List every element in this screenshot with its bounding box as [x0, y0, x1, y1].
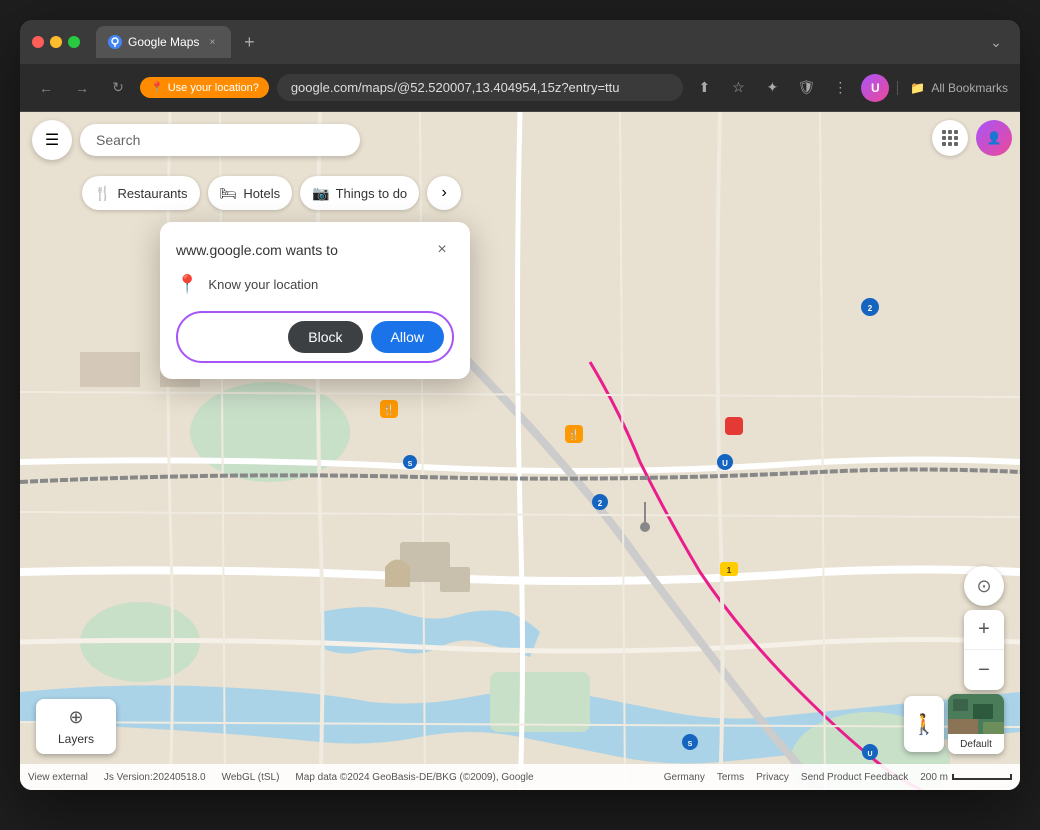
location-center-icon: ⊙	[976, 576, 991, 597]
scale-label: 200 m	[920, 772, 948, 783]
traffic-lights	[32, 36, 80, 48]
forward-btn[interactable]: →	[68, 74, 96, 102]
close-traffic-light[interactable]	[32, 36, 44, 48]
scale-line	[952, 774, 1012, 780]
location-prompt-btn[interactable]: 📍 Use your location?	[140, 77, 269, 98]
status-bar: View external Js Version:20240518.0 WebG…	[20, 764, 1020, 790]
active-tab[interactable]: Google Maps ×	[96, 26, 231, 58]
svg-text:2: 2	[598, 499, 603, 508]
bookmarks-folder-icon: 📁	[910, 81, 925, 95]
svg-text:🍴: 🍴	[568, 428, 580, 441]
bookmark-icon[interactable]: ☆	[725, 75, 751, 101]
tab-bar: Google Maps × +	[96, 26, 976, 58]
camera-icon: 📷	[312, 185, 329, 202]
url-bar[interactable]: google.com/maps/@52.520007,13.404954,15z…	[277, 74, 684, 101]
map-bottom-controls: 🚶 Default	[904, 694, 1004, 754]
address-bar: ← → ↻ 📍 Use your location? google.com/ma…	[20, 64, 1020, 112]
location-prompt-label: Use your location?	[168, 82, 259, 94]
tab-close-btn[interactable]: ×	[205, 35, 219, 49]
location-icon: 📍	[150, 81, 164, 94]
category-pills: 🍴 Restaurants 🛏 Hotels 📷 Things to do ›	[70, 168, 1020, 218]
dialog-buttons: Block Allow	[176, 311, 454, 363]
restaurants-pill[interactable]: 🍴 Restaurants	[82, 176, 200, 210]
dialog-permission-text: Know your location	[208, 277, 318, 292]
maps-menu-btn[interactable]: ☰	[32, 120, 72, 160]
pills-arrow-btn[interactable]: ›	[427, 176, 461, 210]
map-controls: ⊙ + −	[964, 566, 1004, 690]
dialog-header: www.google.com wants to ×	[176, 238, 454, 262]
webgl-label: WebGL (tSL)	[222, 772, 280, 783]
satellite-toggle[interactable]: Default	[948, 694, 1004, 754]
hamburger-icon: ☰	[45, 130, 59, 150]
user-avatar-map[interactable]: 👤	[976, 120, 1012, 156]
map-container[interactable]: 🍴 🍴 U S S U 2 2	[20, 112, 1020, 790]
germany-label[interactable]: Germany	[664, 772, 705, 783]
refresh-btn[interactable]: ↻	[104, 74, 132, 102]
hotels-label: Hotels	[243, 186, 280, 201]
profile-avatar[interactable]: U	[861, 74, 889, 102]
layers-icon: ⊕	[68, 707, 83, 728]
svg-text:U: U	[867, 751, 872, 758]
minimize-traffic-light[interactable]	[50, 36, 62, 48]
dialog-close-btn[interactable]: ×	[430, 238, 454, 262]
js-version: Js Version:20240518.0	[104, 772, 206, 783]
layers-btn[interactable]: ⊕ Layers	[36, 699, 116, 754]
hotels-icon: 🛏	[220, 185, 238, 202]
bookmarks-label: All Bookmarks	[931, 81, 1008, 95]
search-placeholder: Search	[96, 132, 140, 148]
bookmarks-area[interactable]: 📁 All Bookmarks	[897, 81, 1008, 95]
browser-window: Google Maps × + ⌄ ← → ↻ 📍 Use your locat…	[20, 20, 1020, 790]
restaurants-label: Restaurants	[117, 186, 187, 201]
things-to-do-label: Things to do	[336, 186, 408, 201]
maps-top-right: 👤	[932, 120, 1012, 156]
tab-title: Google Maps	[128, 35, 199, 49]
maps-search-bar[interactable]: Search	[80, 124, 360, 156]
block-btn[interactable]: Block	[288, 321, 362, 353]
svg-text:🍴: 🍴	[383, 403, 395, 416]
more-icon[interactable]: ⋮	[827, 75, 853, 101]
hotels-pill[interactable]: 🛏 Hotels	[208, 176, 293, 210]
zoom-out-btn[interactable]: −	[964, 650, 1004, 690]
google-apps-btn[interactable]	[932, 120, 968, 156]
privacy-link[interactable]: Privacy	[756, 772, 789, 783]
permission-dialog: www.google.com wants to × 📍 Know your lo…	[160, 222, 470, 379]
arrow-icon: ›	[441, 184, 446, 202]
maps-top-bar: ☰ Search	[20, 112, 1020, 168]
shields-icon[interactable]: 🛡	[793, 75, 819, 101]
dialog-title: www.google.com wants to	[176, 242, 338, 258]
scale-bar: 200 m	[920, 772, 1012, 783]
zoom-in-btn[interactable]: +	[964, 610, 1004, 650]
browser-dropdown-btn[interactable]: ⌄	[984, 30, 1008, 54]
maps-favicon	[108, 35, 122, 49]
human-icon: 🚶	[912, 712, 937, 737]
things-to-do-pill[interactable]: 📷 Things to do	[300, 176, 419, 210]
terms-link[interactable]: Terms	[717, 772, 744, 783]
svg-text:S: S	[408, 461, 413, 468]
maximize-traffic-light[interactable]	[68, 36, 80, 48]
svg-text:1: 1	[727, 566, 732, 575]
extensions-icon[interactable]: ✦	[759, 75, 785, 101]
svg-text:2: 2	[868, 304, 873, 313]
svg-text:S: S	[688, 741, 693, 748]
layers-label: Layers	[58, 732, 94, 746]
dialog-location-icon: 📍	[176, 274, 198, 295]
send-feedback-link[interactable]: Send Product Feedback	[801, 772, 908, 783]
back-btn[interactable]: ←	[32, 74, 60, 102]
restaurants-icon: 🍴	[94, 185, 111, 202]
map-data: Map data ©2024 GeoBasis-DE/BKG (©2009), …	[295, 772, 533, 783]
view-external[interactable]: View external	[28, 772, 88, 783]
title-bar: Google Maps × + ⌄	[20, 20, 1020, 64]
street-view-btn[interactable]: 🚶	[904, 696, 944, 752]
zoom-controls: + −	[964, 610, 1004, 690]
location-center-btn[interactable]: ⊙	[964, 566, 1004, 606]
status-bar-right: Germany Terms Privacy Send Product Feedb…	[664, 772, 1012, 783]
allow-btn[interactable]: Allow	[371, 321, 444, 353]
satellite-preview	[948, 694, 1004, 734]
share-icon[interactable]: ⬆	[691, 75, 717, 101]
toolbar-icons: ⬆ ☆ ✦ 🛡 ⋮ U 📁 All Bookmarks	[691, 74, 1008, 102]
new-tab-btn[interactable]: +	[235, 28, 263, 56]
svg-text:U: U	[722, 459, 728, 468]
dialog-content: 📍 Know your location	[176, 274, 454, 295]
